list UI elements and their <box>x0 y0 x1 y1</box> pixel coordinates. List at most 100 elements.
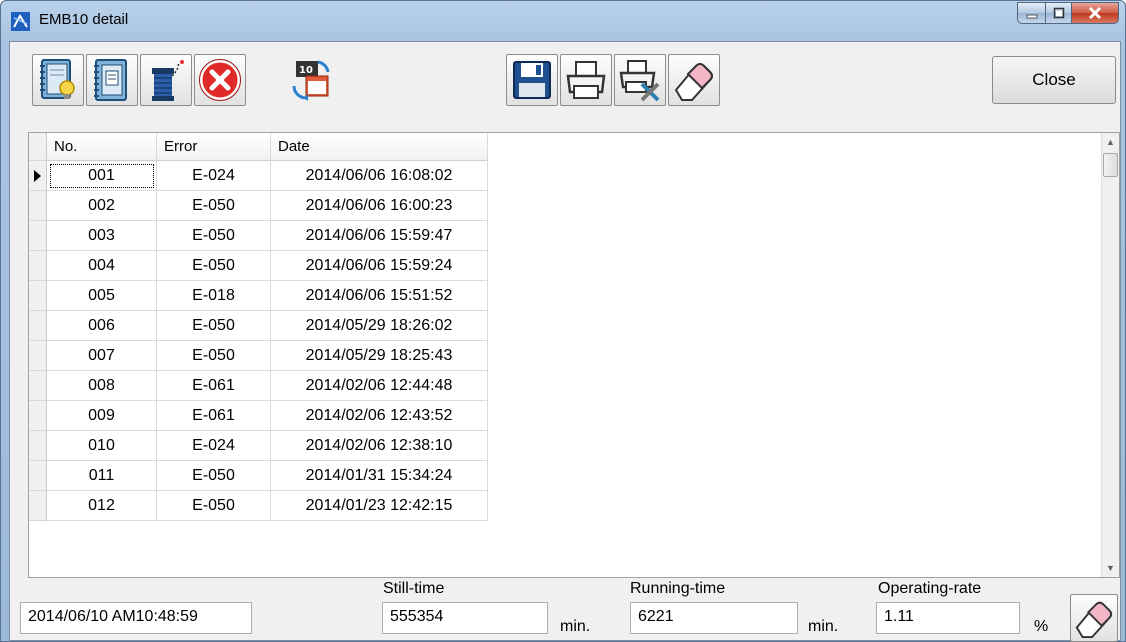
table-row[interactable]: 003 E-050 2014/06/06 15:59:47 <box>29 221 488 251</box>
error-button[interactable] <box>194 54 246 106</box>
cell-error[interactable]: E-018 <box>157 281 271 311</box>
cell-no[interactable]: 009 <box>47 401 157 431</box>
row-header[interactable] <box>29 281 47 311</box>
close-button[interactable]: Close <box>992 56 1116 104</box>
row-header[interactable] <box>29 191 47 221</box>
cell-date[interactable]: 2014/06/06 16:00:23 <box>271 191 488 221</box>
status-bar: 2014/06/10 AM10:48:59 Still-time 555354 … <box>10 578 1120 642</box>
eraser-icon <box>674 63 713 101</box>
cell-error[interactable]: E-050 <box>157 191 271 221</box>
notebook-button[interactable] <box>86 54 138 106</box>
column-header-date[interactable]: Date <box>271 133 488 161</box>
operating-rate-label: Operating-rate <box>878 580 982 597</box>
scroll-thumb[interactable] <box>1103 153 1118 177</box>
still-time-field: 555354 <box>382 602 548 634</box>
table-row[interactable]: 004 E-050 2014/06/06 15:59:24 <box>29 251 488 281</box>
cell-error[interactable]: E-024 <box>157 431 271 461</box>
operating-rate-field: 1.11 <box>876 602 1020 634</box>
calendar-sync-button[interactable]: 10 <box>286 54 338 106</box>
cell-date[interactable]: 2014/02/06 12:38:10 <box>271 431 488 461</box>
running-time-field: 6221 <box>630 602 798 634</box>
cell-date[interactable]: 2014/02/06 12:44:48 <box>271 371 488 401</box>
operating-rate-unit: % <box>1034 618 1049 635</box>
cell-date[interactable]: 2014/06/06 15:59:24 <box>271 251 488 281</box>
cell-no[interactable]: 011 <box>47 461 157 491</box>
cell-no[interactable]: 006 <box>47 311 157 341</box>
cell-error[interactable]: E-024 <box>157 161 271 191</box>
cell-error[interactable]: E-061 <box>157 371 271 401</box>
vertical-scrollbar[interactable]: ▲ ▼ <box>1101 133 1119 577</box>
clear-button[interactable] <box>668 54 720 106</box>
notebook-bulb-button[interactable] <box>32 54 84 106</box>
title-bar[interactable]: EMB10 detail <box>1 1 1125 41</box>
row-header[interactable] <box>29 341 47 371</box>
cell-no[interactable]: 001 <box>47 161 157 191</box>
thread-spool-icon <box>152 60 184 101</box>
cell-error[interactable]: E-061 <box>157 401 271 431</box>
cell-no[interactable]: 007 <box>47 341 157 371</box>
cell-error[interactable]: E-050 <box>157 341 271 371</box>
table-row[interactable]: 011 E-050 2014/01/31 15:34:24 <box>29 461 488 491</box>
cell-error[interactable]: E-050 <box>157 491 271 521</box>
row-header[interactable] <box>29 371 47 401</box>
cell-date[interactable]: 2014/02/06 12:43:52 <box>271 401 488 431</box>
cell-date[interactable]: 2014/05/29 18:26:02 <box>271 311 488 341</box>
table-row[interactable]: 005 E-018 2014/06/06 15:51:52 <box>29 281 488 311</box>
cell-no[interactable]: 005 <box>47 281 157 311</box>
app-window: EMB10 detail 10 Close No. Error Date 001… <box>0 0 1126 642</box>
cell-no[interactable]: 002 <box>47 191 157 221</box>
still-time-unit: min. <box>560 618 591 635</box>
print-setup-button[interactable] <box>614 54 666 106</box>
row-header[interactable] <box>29 221 47 251</box>
table-row[interactable]: 002 E-050 2014/06/06 16:00:23 <box>29 191 488 221</box>
maximize-button[interactable] <box>1045 2 1072 24</box>
thread-spool-button[interactable] <box>140 54 192 106</box>
cell-error[interactable]: E-050 <box>157 251 271 281</box>
cell-no[interactable]: 003 <box>47 221 157 251</box>
table-row[interactable]: 006 E-050 2014/05/29 18:26:02 <box>29 311 488 341</box>
table-row[interactable]: 012 E-050 2014/01/23 12:42:15 <box>29 491 488 521</box>
row-header[interactable] <box>29 161 47 191</box>
table-row[interactable]: 001 E-024 2014/06/06 16:08:02 <box>29 161 488 191</box>
row-header[interactable] <box>29 431 47 461</box>
error-log-grid[interactable]: No. Error Date 001 E-024 2014/06/06 16:08:… <box>28 132 1120 578</box>
grid-header-row: No. Error Date <box>29 133 488 161</box>
table-row[interactable]: 009 E-061 2014/02/06 12:43:52 <box>29 401 488 431</box>
window-close-button[interactable] <box>1072 2 1119 24</box>
cell-no[interactable]: 012 <box>47 491 157 521</box>
cell-no[interactable]: 010 <box>47 431 157 461</box>
row-header[interactable] <box>29 491 47 521</box>
current-row-arrow-icon <box>34 170 41 182</box>
print-button[interactable] <box>560 54 612 106</box>
cell-error[interactable]: E-050 <box>157 461 271 491</box>
column-header-error[interactable]: Error <box>157 133 271 161</box>
cell-date[interactable]: 2014/06/06 15:59:47 <box>271 221 488 251</box>
cell-date[interactable]: 2014/01/31 15:34:24 <box>271 461 488 491</box>
eraser-icon <box>1075 601 1113 639</box>
row-header[interactable] <box>29 461 47 491</box>
cell-date[interactable]: 2014/01/23 12:42:15 <box>271 491 488 521</box>
minimize-button[interactable] <box>1017 2 1045 24</box>
scroll-up-arrow-icon[interactable]: ▲ <box>1102 133 1119 151</box>
still-time-label: Still-time <box>383 580 445 597</box>
calendar-refresh-icon: 10 <box>292 60 330 101</box>
cell-no[interactable]: 008 <box>47 371 157 401</box>
svg-text:10: 10 <box>299 65 313 76</box>
cell-date[interactable]: 2014/06/06 15:51:52 <box>271 281 488 311</box>
scroll-down-arrow-icon[interactable]: ▼ <box>1102 559 1119 577</box>
table-row[interactable]: 007 E-050 2014/05/29 18:25:43 <box>29 341 488 371</box>
row-header-corner <box>29 133 47 161</box>
cell-no[interactable]: 004 <box>47 251 157 281</box>
cell-date[interactable]: 2014/05/29 18:25:43 <box>271 341 488 371</box>
reset-rate-button[interactable] <box>1070 594 1118 642</box>
row-header[interactable] <box>29 251 47 281</box>
row-header[interactable] <box>29 401 47 431</box>
table-row[interactable]: 008 E-061 2014/02/06 12:44:48 <box>29 371 488 401</box>
cell-error[interactable]: E-050 <box>157 311 271 341</box>
row-header[interactable] <box>29 311 47 341</box>
cell-error[interactable]: E-050 <box>157 221 271 251</box>
table-row[interactable]: 010 E-024 2014/02/06 12:38:10 <box>29 431 488 461</box>
column-header-no[interactable]: No. <box>47 133 157 161</box>
save-button[interactable] <box>506 54 558 106</box>
cell-date[interactable]: 2014/06/06 16:08:02 <box>271 161 488 191</box>
